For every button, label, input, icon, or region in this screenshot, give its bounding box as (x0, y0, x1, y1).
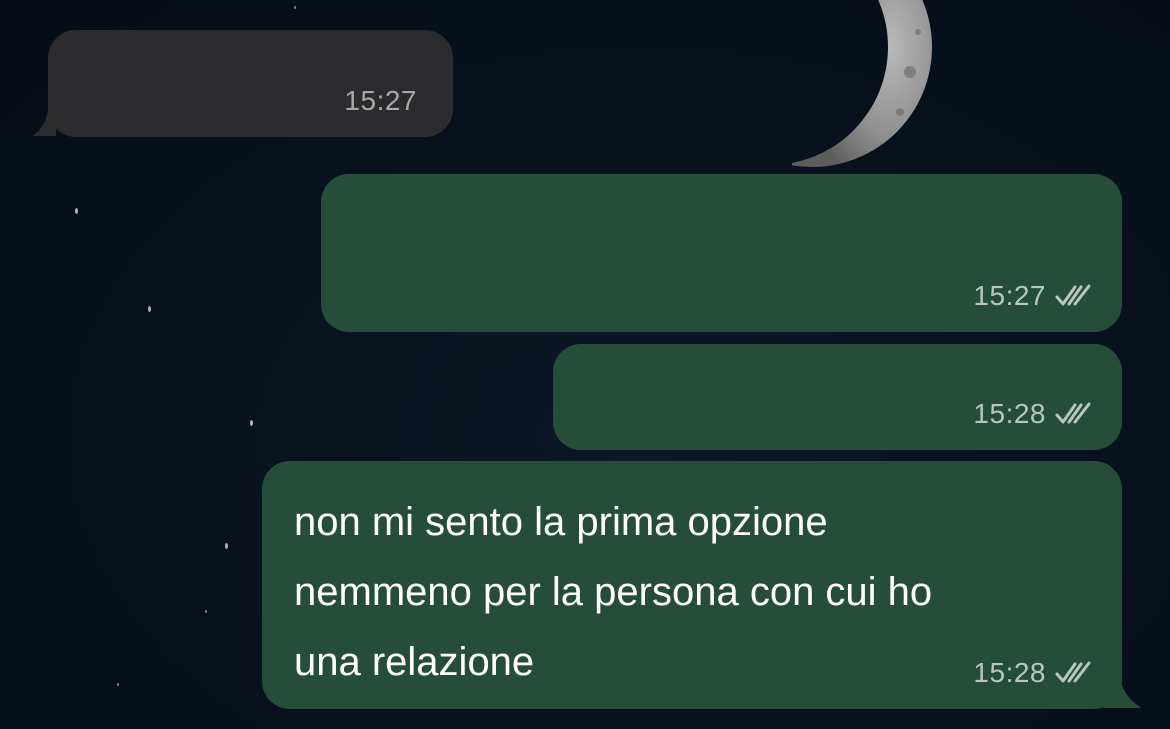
message-timestamp: 15:27 (344, 85, 417, 116)
message-text-line: una relazione (294, 640, 535, 684)
outgoing-message-bubble[interactable]: non mi sento la prima opzione nemmeno pe… (262, 461, 1122, 709)
star (117, 683, 119, 686)
star (75, 208, 78, 214)
star (250, 420, 253, 426)
double-check-icon (1055, 661, 1091, 683)
message-text-line: non mi sento la prima opzione (294, 500, 828, 544)
double-check-icon (1055, 402, 1091, 424)
star (225, 543, 228, 549)
double-check-icon (1055, 284, 1091, 306)
star (294, 6, 296, 9)
crescent-moon-image (792, 0, 932, 172)
incoming-message-bubble[interactable]: 15:27 (48, 30, 453, 137)
message-meta: 15:28 (973, 659, 1092, 687)
outgoing-message-bubble[interactable]: 15:28 (553, 344, 1122, 450)
star (205, 610, 207, 613)
outgoing-message-bubble[interactable]: 15:27 (321, 174, 1122, 332)
message-meta: 15:27 (344, 87, 417, 115)
message-timestamp: 15:28 (973, 398, 1046, 429)
message-meta: 15:28 (973, 400, 1092, 428)
message-text-line: nemmeno per la persona con cui ho (294, 570, 933, 614)
message-timestamp: 15:28 (973, 657, 1046, 688)
message-timestamp: 15:27 (973, 280, 1046, 311)
message-meta: 15:27 (973, 282, 1092, 310)
star (148, 306, 151, 312)
